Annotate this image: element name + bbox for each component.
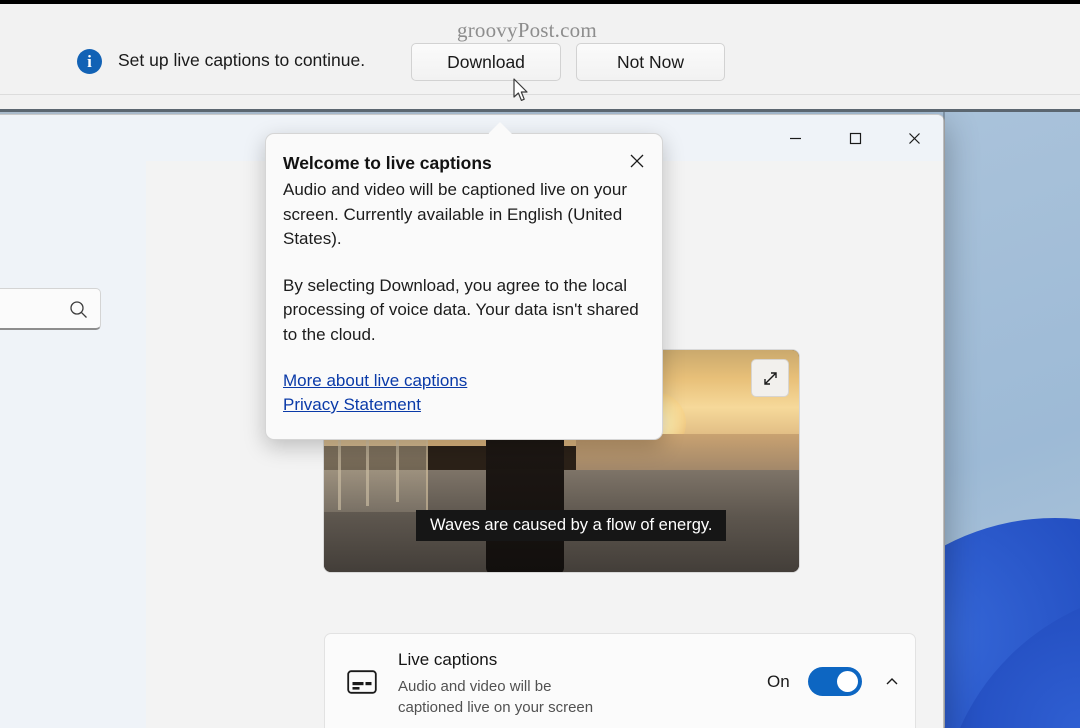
sidebar-nav: stem etooth & devices twork & internet r…	[0, 360, 146, 717]
minimize-icon[interactable]	[772, 115, 818, 161]
toggle-knob	[837, 671, 858, 692]
chevron-up-icon[interactable]	[877, 667, 907, 697]
close-icon[interactable]	[891, 115, 937, 161]
live-captions-description-line1: Audio and video will be	[398, 678, 552, 695]
welcome-callout: Welcome to live captions Audio and video…	[265, 122, 663, 440]
sidebar-item-apps[interactable]: ps	[0, 564, 146, 615]
live-captions-title: Live captions	[398, 650, 498, 669]
window-edge-shadow	[943, 112, 945, 728]
callout-links: More about live captions Privacy Stateme…	[283, 369, 640, 417]
search-input[interactable]: etting	[0, 288, 101, 330]
sidebar-item-bluetooth-devices[interactable]: etooth & devices	[0, 411, 146, 462]
closed-caption-icon	[347, 670, 377, 699]
screen-root: ngs Brian Burgess groovybrian@live.com e…	[0, 0, 1080, 728]
callout-paragraph-1: Audio and video will be captioned live o…	[283, 180, 628, 248]
search-icon	[69, 300, 88, 324]
live-captions-description: Audio and video will be captioned live o…	[398, 676, 593, 718]
privacy-statement-link[interactable]: Privacy Statement	[283, 393, 640, 417]
expand-diagonal-icon[interactable]	[751, 359, 789, 397]
maximize-icon[interactable]	[832, 115, 878, 161]
sidebar-item-accounts[interactable]: counts	[0, 615, 146, 666]
video-caption-text: Waves are caused by a flow of energy.	[416, 510, 727, 541]
more-about-live-captions-link[interactable]: More about live captions	[283, 369, 640, 393]
sidebar: ngs Brian Burgess groovybrian@live.com e…	[0, 115, 146, 728]
info-icon: i	[77, 49, 102, 74]
callout-paragraph-2: By selecting Download, you agree to the …	[283, 275, 639, 344]
notification-bar: groovyPost.com i Set up live captions to…	[0, 0, 1080, 112]
live-captions-description-line2: captioned live on your screen	[398, 699, 594, 716]
sidebar-item-system[interactable]: stem	[0, 360, 146, 411]
mouse-cursor	[513, 78, 531, 104]
watermark: groovyPost.com	[457, 18, 597, 42]
notification-message: Set up live captions to continue.	[118, 50, 366, 70]
sidebar-item-personalization[interactable]: rsonalization	[0, 513, 146, 564]
close-icon[interactable]	[622, 146, 652, 176]
live-captions-toggle[interactable]	[808, 667, 862, 696]
toggle-state-label: On	[767, 672, 790, 691]
live-captions-card: Live captions Audio and video will be ca…	[324, 633, 916, 728]
sidebar-item-time-language[interactable]: ne & language	[0, 666, 146, 717]
not-now-button[interactable]: Not Now	[576, 43, 725, 81]
sidebar-item-network-internet[interactable]: twork & internet	[0, 462, 146, 513]
callout-title: Welcome to live captions	[283, 153, 492, 173]
download-button[interactable]: Download	[411, 43, 561, 81]
